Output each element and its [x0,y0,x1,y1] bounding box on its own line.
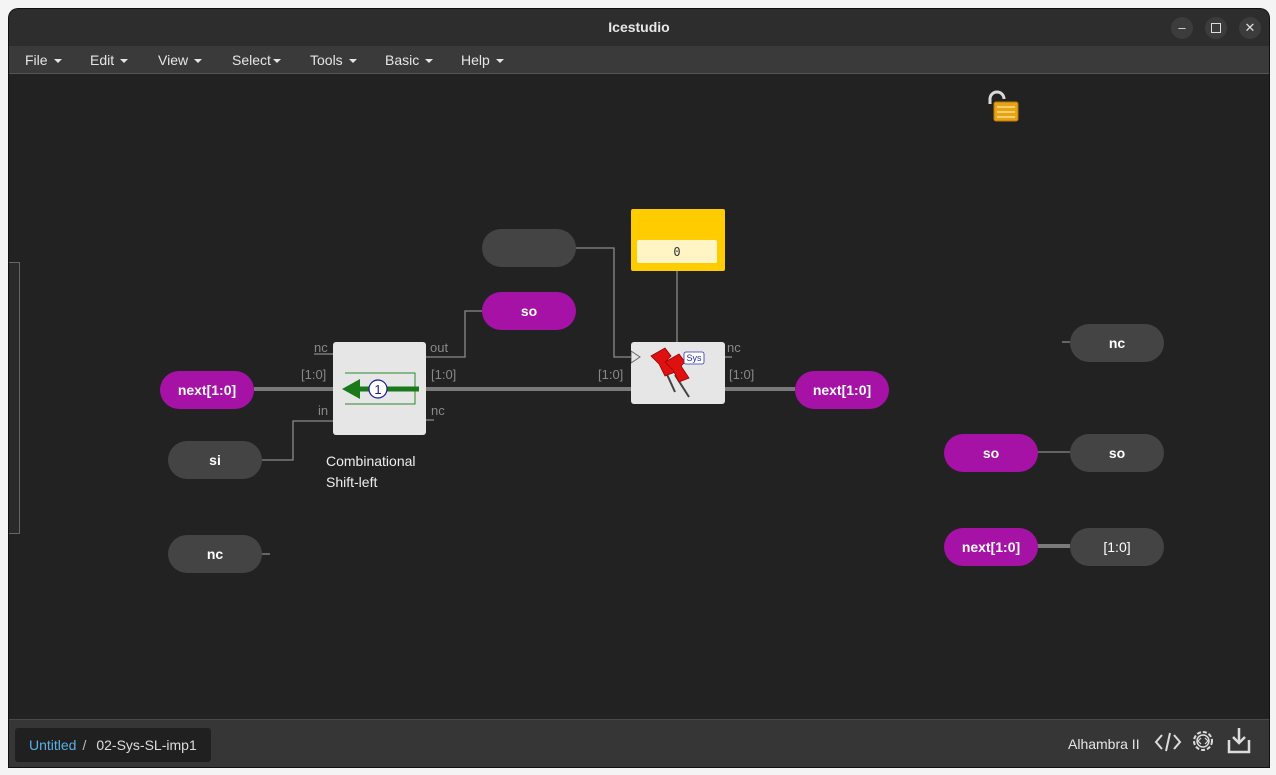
minimize-button[interactable]: – [1171,17,1193,39]
menu-view[interactable]: View [158,52,203,68]
unlock-icon[interactable] [985,90,1021,124]
gear-code-icon[interactable] [1189,727,1217,755]
menu-tools[interactable]: Tools [310,52,357,68]
constant-value-field[interactable]: 0 [637,240,717,263]
breadcrumb-current: 02-Sys-SL-imp1 [96,737,197,753]
title-bar: Icestudio – ✕ [9,9,1269,46]
side-panel-handle[interactable] [9,262,20,534]
svg-text:Sys: Sys [686,353,702,363]
port-label: nc [431,403,445,418]
output-label-so[interactable]: so [944,434,1038,472]
board-name[interactable]: Alhambra II [1068,736,1140,752]
design-canvas[interactable]: next[1:0] si nc nc [1:0] in out [1:0] nc… [9,74,1269,719]
port-label: nc [314,340,328,355]
download-icon[interactable] [1226,726,1252,756]
port-label: out [430,340,449,355]
input-label-next[interactable]: next[1:0] [160,371,254,409]
constant-block[interactable]: 0 [631,209,725,271]
input-label-si[interactable]: si [168,441,262,479]
pushpin-icon: Sys [630,347,705,398]
port-label: [1:0] [598,367,624,382]
menu-file[interactable]: File [25,52,62,68]
port-label: [1:0] [301,367,327,382]
app-window: Icestudio – ✕ File Edit View Select Tool… [9,9,1269,767]
shift-left-icon: 1 [342,372,419,405]
breadcrumb-link[interactable]: Untitled [29,737,76,753]
port-label: in [318,403,329,418]
output-label-next[interactable]: next[1:0] [944,528,1038,566]
sys-register-block[interactable]: Sys [630,342,725,404]
block-caption: Combinational Shift-left [326,453,416,490]
window-title: Icestudio [608,19,670,35]
input-label-unnamed[interactable] [482,229,576,267]
code-icon[interactable] [1154,730,1182,754]
status-bar: Untitled / 02-Sys-SL-imp1 Alhambra II [9,719,1269,767]
menu-help[interactable]: Help [461,52,504,68]
svg-text:1: 1 [374,382,381,397]
breadcrumb: Untitled / 02-Sys-SL-imp1 [15,728,211,762]
output-label-next[interactable]: next[1:0] [795,371,889,409]
menu-bar: File Edit View Select Tools Basic Help [9,46,1269,74]
menu-select[interactable]: Select [232,52,281,68]
output-label-so[interactable]: so [482,292,576,330]
port-label: [1:0] [729,367,755,382]
close-button[interactable]: ✕ [1239,17,1261,39]
si-wire [261,420,333,461]
breadcrumb-separator: / [82,737,87,753]
menu-edit[interactable]: Edit [90,52,129,68]
shift-left-block[interactable]: 1 [333,342,426,435]
input-label-nc[interactable]: nc [1070,324,1164,362]
clock-wire [575,247,631,358]
menu-basic[interactable]: Basic [385,52,434,68]
input-label-bus[interactable]: [1:0] [1070,528,1164,566]
port-label: [1:0] [431,367,457,382]
maximize-button[interactable] [1205,17,1227,39]
input-label-so[interactable]: so [1070,434,1164,472]
input-label-nc[interactable]: nc [168,535,262,573]
port-label: nc [727,340,741,355]
